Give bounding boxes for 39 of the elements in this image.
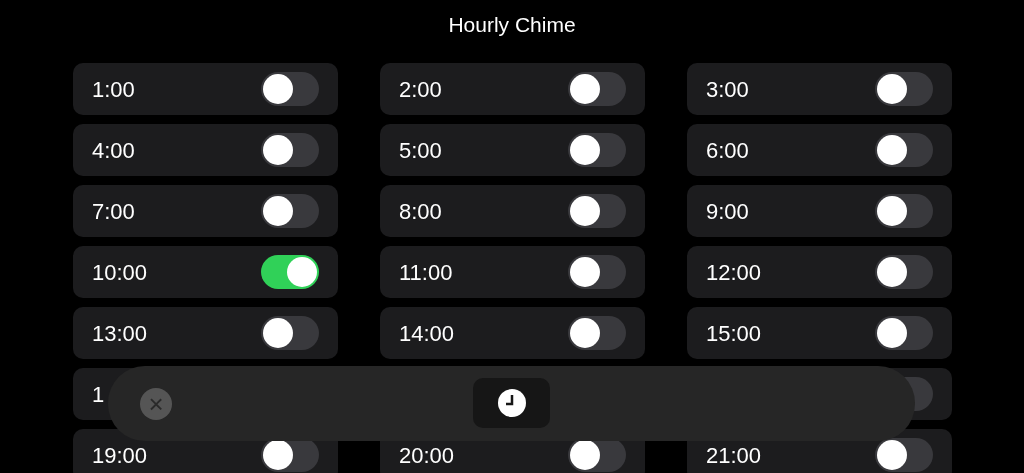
time-label: 10:00 — [92, 258, 148, 287]
time-label: 1:00 — [92, 75, 135, 104]
toggle-switch[interactable] — [261, 133, 319, 167]
time-label: 7:00 — [92, 197, 135, 226]
toggle-switch[interactable] — [261, 316, 319, 350]
time-label: 19:00 — [92, 441, 148, 470]
time-label: 9:00 — [706, 197, 749, 226]
time-label: 1 — [92, 380, 105, 409]
toggle-switch[interactable] — [568, 316, 626, 350]
toggle-switch[interactable] — [875, 72, 933, 106]
toggle-switch[interactable] — [568, 255, 626, 289]
time-label: 15:00 — [706, 319, 762, 348]
time-label: 21:00 — [706, 441, 762, 470]
page-title: Hourly Chime — [447, 12, 577, 38]
clock-button[interactable] — [473, 378, 550, 428]
time-label: 3:00 — [706, 75, 749, 104]
time-label: 12:00 — [706, 258, 762, 287]
toggle-switch[interactable] — [875, 255, 933, 289]
time-label: 14:00 — [399, 319, 455, 348]
toggle-switch[interactable] — [261, 255, 319, 289]
time-label: 13:00 — [92, 319, 148, 348]
time-label: 4:00 — [92, 136, 135, 165]
time-label: 6:00 — [706, 136, 749, 165]
close-button[interactable]: × — [140, 387, 172, 420]
toggle-switch[interactable] — [261, 72, 319, 106]
time-label: 20:00 — [399, 441, 455, 470]
toggle-switch[interactable] — [568, 72, 626, 106]
time-label: 11:00 — [399, 258, 453, 287]
time-label: 5:00 — [399, 136, 442, 165]
toggle-switch[interactable] — [875, 438, 933, 472]
toggle-switch[interactable] — [875, 316, 933, 350]
time-label: 2:00 — [399, 75, 442, 104]
toggle-switch[interactable] — [875, 194, 933, 228]
toggle-switch[interactable] — [568, 194, 626, 228]
time-label: 8:00 — [399, 197, 442, 226]
toggle-switch[interactable] — [875, 133, 933, 167]
clock-icon — [496, 388, 527, 418]
toggle-switch[interactable] — [568, 133, 626, 167]
toggle-switch[interactable] — [261, 194, 319, 228]
